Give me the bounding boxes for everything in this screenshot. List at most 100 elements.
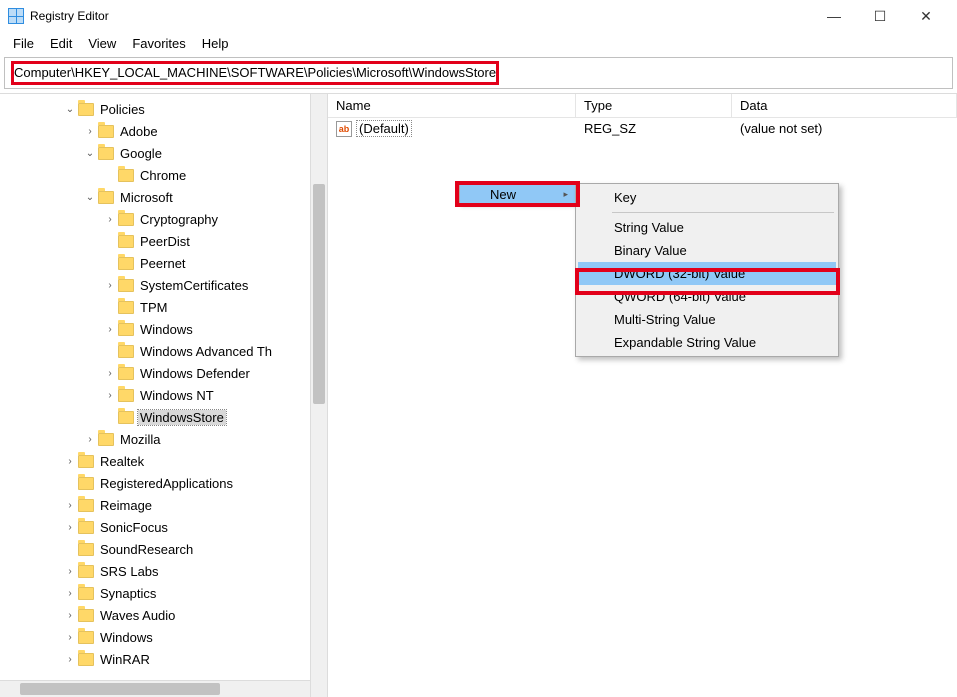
tree-node-winrar[interactable]: ›WinRAR bbox=[0, 648, 327, 670]
folder-icon bbox=[78, 455, 94, 468]
folder-icon bbox=[118, 213, 134, 226]
tree-horizontal-scrollbar[interactable] bbox=[0, 680, 310, 697]
tree-node-cryptography[interactable]: ›Cryptography bbox=[0, 208, 327, 230]
chevron-right-icon[interactable]: › bbox=[102, 368, 118, 379]
scrollbar-thumb[interactable] bbox=[20, 683, 220, 695]
tree-node-peernet[interactable]: Peernet bbox=[0, 252, 327, 274]
chevron-right-icon[interactable]: › bbox=[62, 500, 78, 511]
tree-node-synaptics[interactable]: ›Synaptics bbox=[0, 582, 327, 604]
submenu-item-key[interactable]: Key bbox=[578, 186, 836, 209]
tree-node-chrome[interactable]: Chrome bbox=[0, 164, 327, 186]
menu-view[interactable]: View bbox=[81, 34, 123, 53]
folder-icon bbox=[78, 543, 94, 556]
folder-icon bbox=[98, 125, 114, 138]
maximize-button[interactable]: ☐ bbox=[857, 1, 903, 31]
chevron-right-icon[interactable]: › bbox=[82, 434, 98, 445]
tree-node-windowsstore[interactable]: WindowsStore bbox=[0, 406, 327, 428]
context-submenu-new[interactable]: Key String Value Binary Value DWORD (32-… bbox=[575, 183, 839, 357]
chevron-right-icon[interactable]: › bbox=[102, 280, 118, 291]
address-bar-row: Computer\HKEY_LOCAL_MACHINE\SOFTWARE\Pol… bbox=[0, 57, 957, 93]
submenu-item-dword-value[interactable]: DWORD (32-bit) Value bbox=[578, 262, 836, 285]
submenu-item-multistring-value[interactable]: Multi-String Value bbox=[578, 308, 836, 331]
folder-icon bbox=[118, 345, 134, 358]
chevron-down-icon[interactable]: ⌄ bbox=[82, 192, 98, 203]
close-button[interactable]: ✕ bbox=[903, 1, 949, 31]
chevron-right-icon[interactable]: › bbox=[62, 566, 78, 577]
folder-icon bbox=[78, 587, 94, 600]
folder-icon bbox=[78, 609, 94, 622]
tree-node-srslabs[interactable]: ›SRS Labs bbox=[0, 560, 327, 582]
value-row-default[interactable]: ab (Default) REG_SZ (value not set) bbox=[328, 118, 957, 139]
menu-help[interactable]: Help bbox=[195, 34, 236, 53]
chevron-down-icon[interactable]: ⌄ bbox=[82, 148, 98, 159]
menubar: File Edit View Favorites Help bbox=[0, 32, 957, 57]
regedit-icon bbox=[8, 8, 24, 24]
chevron-right-icon[interactable]: › bbox=[62, 522, 78, 533]
address-highlight: Computer\HKEY_LOCAL_MACHINE\SOFTWARE\Pol… bbox=[11, 61, 499, 85]
tree-node-google[interactable]: ⌄Google bbox=[0, 142, 327, 164]
folder-icon bbox=[118, 301, 134, 314]
menu-file[interactable]: File bbox=[6, 34, 41, 53]
folder-icon bbox=[78, 521, 94, 534]
chevron-right-icon[interactable]: › bbox=[62, 632, 78, 643]
tree-node-realtek[interactable]: ›Realtek bbox=[0, 450, 327, 472]
context-menu-item-new[interactable]: New ▸ bbox=[460, 185, 576, 203]
tree-node-windows-advanced-threat[interactable]: Windows Advanced Th bbox=[0, 340, 327, 362]
tree-node-adobe[interactable]: ›Adobe bbox=[0, 120, 327, 142]
scrollbar-thumb[interactable] bbox=[313, 184, 325, 404]
submenu-item-expandable-string-value[interactable]: Expandable String Value bbox=[578, 331, 836, 354]
tree-node-policies[interactable]: ⌄ Policies bbox=[0, 98, 327, 120]
submenu-item-binary-value[interactable]: Binary Value bbox=[578, 239, 836, 262]
tree-node-windows-defender[interactable]: ›Windows Defender bbox=[0, 362, 327, 384]
chevron-right-icon[interactable]: › bbox=[102, 214, 118, 225]
folder-icon bbox=[118, 169, 134, 182]
folder-icon bbox=[118, 235, 134, 248]
tree-node-windows[interactable]: ›Windows bbox=[0, 318, 327, 340]
folder-icon bbox=[118, 257, 134, 270]
chevron-right-icon[interactable]: › bbox=[62, 610, 78, 621]
folder-icon bbox=[78, 631, 94, 644]
context-menu-new[interactable]: New ▸ bbox=[459, 184, 577, 204]
tree-node-registeredapplications[interactable]: RegisteredApplications bbox=[0, 472, 327, 494]
tree-node-sonicfocus[interactable]: ›SonicFocus bbox=[0, 516, 327, 538]
folder-icon bbox=[78, 565, 94, 578]
folder-icon bbox=[98, 433, 114, 446]
column-header-name[interactable]: Name bbox=[328, 94, 576, 117]
tree-panel: ⌄ Policies ›Adobe ⌄Google Chrome bbox=[0, 94, 328, 697]
tree-node-windows-nt[interactable]: ›Windows NT bbox=[0, 384, 327, 406]
chevron-right-icon[interactable]: › bbox=[62, 588, 78, 599]
tree-node-tpm[interactable]: TPM bbox=[0, 296, 327, 318]
menu-separator bbox=[612, 212, 834, 213]
submenu-arrow-icon: ▸ bbox=[563, 189, 568, 200]
tree-node-mozilla[interactable]: ›Mozilla bbox=[0, 428, 327, 450]
tree-vertical-scrollbar[interactable] bbox=[310, 94, 327, 697]
submenu-item-qword-value[interactable]: QWORD (64-bit) Value bbox=[578, 285, 836, 308]
tree-node-systemcertificates[interactable]: ›SystemCertificates bbox=[0, 274, 327, 296]
tree-node-soundresearch[interactable]: SoundResearch bbox=[0, 538, 327, 560]
menu-edit[interactable]: Edit bbox=[43, 34, 79, 53]
string-value-icon: ab bbox=[336, 121, 352, 137]
titlebar: Registry Editor — ☐ ✕ bbox=[0, 0, 957, 32]
column-header-data[interactable]: Data bbox=[732, 94, 957, 117]
menu-favorites[interactable]: Favorites bbox=[125, 34, 192, 53]
folder-icon bbox=[78, 653, 94, 666]
tree-node-microsoft[interactable]: ⌄Microsoft bbox=[0, 186, 327, 208]
address-input[interactable]: Computer\HKEY_LOCAL_MACHINE\SOFTWARE\Pol… bbox=[4, 57, 953, 89]
tree-node-peerdist[interactable]: PeerDist bbox=[0, 230, 327, 252]
tree-node-windows-2[interactable]: ›Windows bbox=[0, 626, 327, 648]
chevron-right-icon[interactable]: › bbox=[102, 324, 118, 335]
submenu-item-string-value[interactable]: String Value bbox=[578, 216, 836, 239]
folder-icon bbox=[98, 147, 114, 160]
chevron-down-icon[interactable]: ⌄ bbox=[62, 104, 78, 115]
column-header-type[interactable]: Type bbox=[576, 94, 732, 117]
chevron-right-icon[interactable]: › bbox=[102, 390, 118, 401]
values-header: Name Type Data bbox=[328, 94, 957, 118]
chevron-right-icon[interactable]: › bbox=[62, 654, 78, 665]
tree-node-reimage[interactable]: ›Reimage bbox=[0, 494, 327, 516]
value-type: REG_SZ bbox=[576, 121, 732, 136]
folder-icon bbox=[78, 103, 94, 116]
tree-node-wavesaudio[interactable]: ›Waves Audio bbox=[0, 604, 327, 626]
chevron-right-icon[interactable]: › bbox=[82, 126, 98, 137]
minimize-button[interactable]: — bbox=[811, 1, 857, 31]
chevron-right-icon[interactable]: › bbox=[62, 456, 78, 467]
